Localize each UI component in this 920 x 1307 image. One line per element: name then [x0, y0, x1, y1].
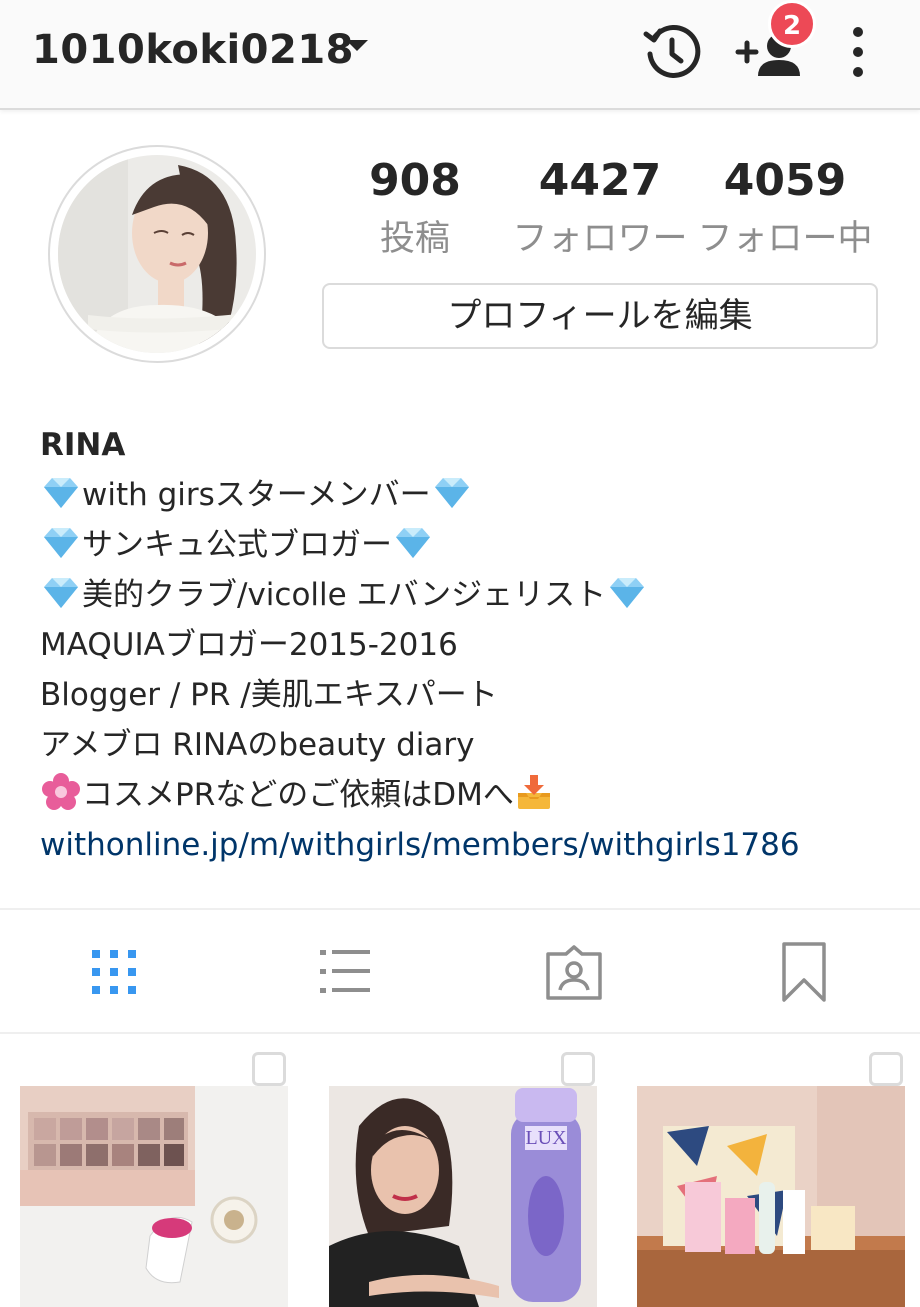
notification-badge: 2: [768, 0, 816, 48]
bio-line: コスメPRなどのご依頼はDMへ: [40, 770, 900, 820]
bio-line-text: with girsスターメンバー: [82, 477, 431, 513]
history-icon[interactable]: [640, 20, 704, 84]
gem-icon: [44, 528, 78, 558]
bio-line: Blogger / PR /美肌エキスパート: [40, 677, 498, 713]
following-count-value: 4059: [723, 155, 847, 206]
followers-count-value: 4427: [538, 155, 662, 206]
inbox-tray-icon: [517, 775, 550, 809]
gem-icon: [610, 578, 645, 608]
edit-profile-button[interactable]: プロフィールを編集: [322, 283, 878, 349]
bio-line: サンキュ公式ブロガー: [40, 520, 900, 570]
bio-line: MAQUIAブロガー2015-2016: [40, 627, 458, 663]
select-checkbox[interactable]: [561, 1052, 595, 1086]
account-switcher[interactable]: 1010koki0218: [32, 22, 354, 78]
bio-line-text: サンキュ公式ブロガー: [82, 527, 392, 563]
select-checkbox[interactable]: [869, 1052, 903, 1086]
post-image: [20, 1086, 288, 1307]
svg-text:LUX: LUX: [525, 1127, 567, 1149]
chevron-down-icon[interactable]: [346, 40, 368, 51]
followers-count[interactable]: 4427 フォロワー: [505, 150, 695, 264]
following-count[interactable]: 4059 フォロー中: [690, 150, 880, 264]
following-count-label: フォロー中: [697, 219, 873, 259]
gem-icon: [44, 578, 78, 608]
gem-icon: [434, 478, 469, 508]
posts-count-value: 908: [369, 155, 461, 206]
display-name: RINA: [40, 427, 126, 463]
gem-icon: [396, 528, 430, 558]
profile-avatar[interactable]: [48, 145, 266, 363]
bio-line: with girsスターメンバー: [40, 470, 900, 520]
post-image: LUX: [329, 1086, 597, 1307]
profile-tabs: [0, 908, 920, 1034]
post-thumbnail[interactable]: LUX: [329, 1044, 597, 1307]
post-thumbnail[interactable]: [637, 1044, 905, 1307]
gem-icon: [44, 478, 78, 508]
bookmark-icon[interactable]: [772, 940, 836, 1004]
flower-icon: [42, 773, 80, 810]
grid-icon[interactable]: [82, 940, 146, 1004]
followers-count-label: フォロワー: [512, 219, 688, 259]
post-thumbnail[interactable]: [20, 1044, 288, 1307]
bio-line-text: コスメPRなどのご依頼はDMへ: [82, 777, 514, 813]
posts-count-label: 投稿: [379, 219, 450, 259]
list-icon[interactable]: [312, 940, 376, 1004]
bio-line: 美的クラブ/vicolle エバンジェリスト: [40, 570, 900, 620]
tagged-icon[interactable]: [542, 940, 606, 1004]
bio-line-text: 美的クラブ/vicolle エバンジェリスト: [82, 577, 607, 613]
more-options-icon[interactable]: [840, 22, 876, 82]
avatar-photo: [58, 155, 256, 353]
posts-count[interactable]: 908 投稿: [320, 150, 510, 264]
top-bar: 1010koki0218 2: [0, 0, 920, 110]
profile-bio: RINA with girsスターメンバー サンキュ公式ブロガー 美的クラブ/v…: [40, 420, 900, 870]
select-checkbox[interactable]: [252, 1052, 286, 1086]
post-image: [637, 1086, 905, 1307]
website-link[interactable]: withonline.jp/m/withgirls/members/withgi…: [40, 820, 900, 870]
bio-line: アメブロ RINAのbeauty diary: [40, 727, 475, 763]
